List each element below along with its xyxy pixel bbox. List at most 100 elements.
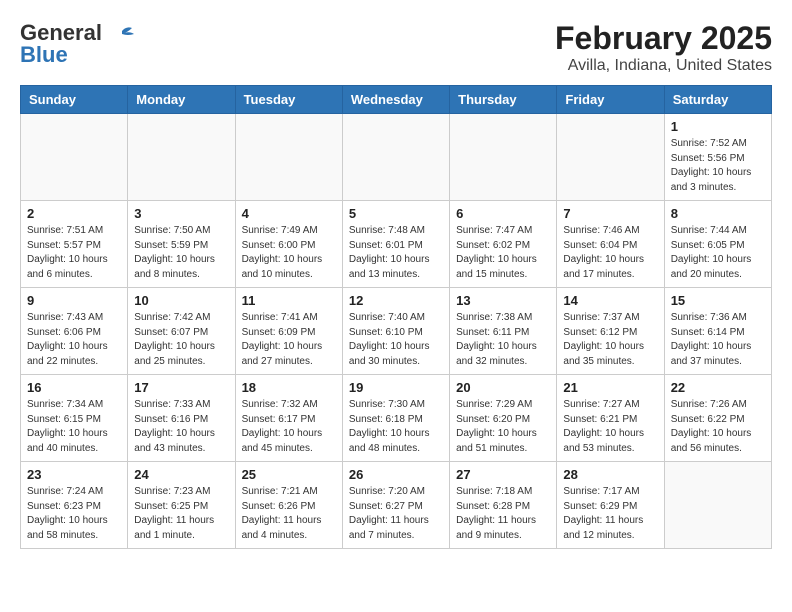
day-number: 19 <box>349 380 443 395</box>
day-info: Sunrise: 7:41 AM Sunset: 6:09 PM Dayligh… <box>242 311 336 369</box>
calendar-cell: 2Sunrise: 7:51 AM Sunset: 5:57 PM Daylig… <box>21 201 128 288</box>
day-number: 28 <box>563 467 657 482</box>
calendar-cell: 8 Sunrise: 7:44 AM Sunset: 6:05 PM Daylig… <box>664 201 771 288</box>
calendar-cell <box>342 114 449 201</box>
day-info: Sunrise: 7:40 AM Sunset: 6:10 PM Dayligh… <box>349 311 443 369</box>
header-row: SundayMondayTuesdayWednesdayThursdayFrid… <box>21 86 772 114</box>
day-number: 4 <box>242 206 336 221</box>
calendar-cell: 13Sunrise: 7:38 AM Sunset: 6:11 PM Dayli… <box>450 288 557 375</box>
day-number: 14 <box>563 293 657 308</box>
calendar-cell: 24 Sunrise: 7:23 AM Sunset: 6:25 PM Dayli… <box>128 462 235 549</box>
calendar-cell: 11 Sunrise: 7:41 AM Sunset: 6:09 PM Dayli… <box>235 288 342 375</box>
week-row-2: 9 Sunrise: 7:43 AM Sunset: 6:06 PM Daylig… <box>21 288 772 375</box>
day-number: 25 <box>242 467 336 482</box>
header-sunday: Sunday <box>21 86 128 114</box>
day-number: 8 <box>671 206 765 221</box>
calendar-cell: 6Sunrise: 7:47 AM Sunset: 6:02 PM Daylig… <box>450 201 557 288</box>
day-number: 20 <box>456 380 550 395</box>
logo-blue: Blue <box>20 42 68 68</box>
day-info: Sunrise: 7:43 AM Sunset: 6:06 PM Dayligh… <box>27 311 121 369</box>
day-info: Sunrise: 7:44 AM Sunset: 6:05 PM Dayligh… <box>671 224 765 282</box>
day-info: Sunrise: 7:18 AM Sunset: 6:28 PM Dayligh… <box>456 485 550 543</box>
header-friday: Friday <box>557 86 664 114</box>
header-saturday: Saturday <box>664 86 771 114</box>
logo: General Blue <box>20 20 136 68</box>
calendar-subtitle: Avilla, Indiana, United States <box>555 57 772 75</box>
day-info: Sunrise: 7:50 AM Sunset: 5:59 PM Dayligh… <box>134 224 228 282</box>
day-info: Sunrise: 7:36 AM Sunset: 6:14 PM Dayligh… <box>671 311 765 369</box>
day-info: Sunrise: 7:42 AM Sunset: 6:07 PM Dayligh… <box>134 311 228 369</box>
calendar-cell: 5 Sunrise: 7:48 AM Sunset: 6:01 PM Daylig… <box>342 201 449 288</box>
week-row-4: 23 Sunrise: 7:24 AM Sunset: 6:23 PM Dayli… <box>21 462 772 549</box>
day-info: Sunrise: 7:24 AM Sunset: 6:23 PM Dayligh… <box>27 485 121 543</box>
calendar-cell <box>557 114 664 201</box>
day-number: 12 <box>349 293 443 308</box>
day-info: Sunrise: 7:34 AM Sunset: 6:15 PM Dayligh… <box>27 398 121 456</box>
day-info: Sunrise: 7:32 AM Sunset: 6:17 PM Dayligh… <box>242 398 336 456</box>
calendar-cell: 27 Sunrise: 7:18 AM Sunset: 6:28 PM Dayli… <box>450 462 557 549</box>
calendar-cell: 3Sunrise: 7:50 AM Sunset: 5:59 PM Daylig… <box>128 201 235 288</box>
day-number: 22 <box>671 380 765 395</box>
calendar-cell: 15 Sunrise: 7:36 AM Sunset: 6:14 PM Dayli… <box>664 288 771 375</box>
day-info: Sunrise: 7:52 AM Sunset: 5:56 PM Dayligh… <box>671 137 765 195</box>
calendar-cell: 4 Sunrise: 7:49 AM Sunset: 6:00 PM Daylig… <box>235 201 342 288</box>
calendar-title: February 2025 <box>555 20 772 57</box>
day-number: 16 <box>27 380 121 395</box>
calendar-cell: 16 Sunrise: 7:34 AM Sunset: 6:15 PM Dayli… <box>21 375 128 462</box>
header-wednesday: Wednesday <box>342 86 449 114</box>
calendar-cell: 9 Sunrise: 7:43 AM Sunset: 6:06 PM Daylig… <box>21 288 128 375</box>
day-number: 26 <box>349 467 443 482</box>
day-info: Sunrise: 7:38 AM Sunset: 6:11 PM Dayligh… <box>456 311 550 369</box>
day-info: Sunrise: 7:37 AM Sunset: 6:12 PM Dayligh… <box>563 311 657 369</box>
calendar-cell: 14 Sunrise: 7:37 AM Sunset: 6:12 PM Dayli… <box>557 288 664 375</box>
day-number: 11 <box>242 293 336 308</box>
day-number: 17 <box>134 380 228 395</box>
calendar-cell <box>450 114 557 201</box>
day-info: Sunrise: 7:48 AM Sunset: 6:01 PM Dayligh… <box>349 224 443 282</box>
calendar-cell <box>21 114 128 201</box>
day-info: Sunrise: 7:20 AM Sunset: 6:27 PM Dayligh… <box>349 485 443 543</box>
calendar-cell: 1Sunrise: 7:52 AM Sunset: 5:56 PM Daylig… <box>664 114 771 201</box>
day-number: 27 <box>456 467 550 482</box>
week-row-0: 1Sunrise: 7:52 AM Sunset: 5:56 PM Daylig… <box>21 114 772 201</box>
logo-bird-icon <box>108 26 136 46</box>
calendar-cell <box>128 114 235 201</box>
calendar-cell: 18 Sunrise: 7:32 AM Sunset: 6:17 PM Dayli… <box>235 375 342 462</box>
day-number: 5 <box>349 206 443 221</box>
week-row-3: 16 Sunrise: 7:34 AM Sunset: 6:15 PM Dayli… <box>21 375 772 462</box>
day-info: Sunrise: 7:47 AM Sunset: 6:02 PM Dayligh… <box>456 224 550 282</box>
day-info: Sunrise: 7:51 AM Sunset: 5:57 PM Dayligh… <box>27 224 121 282</box>
page-header: General Blue February 2025 Avilla, India… <box>20 20 772 75</box>
calendar-cell: 17Sunrise: 7:33 AM Sunset: 6:16 PM Dayli… <box>128 375 235 462</box>
day-number: 7 <box>563 206 657 221</box>
day-info: Sunrise: 7:23 AM Sunset: 6:25 PM Dayligh… <box>134 485 228 543</box>
calendar-cell: 21Sunrise: 7:27 AM Sunset: 6:21 PM Dayli… <box>557 375 664 462</box>
calendar-cell: 12 Sunrise: 7:40 AM Sunset: 6:10 PM Dayli… <box>342 288 449 375</box>
day-info: Sunrise: 7:49 AM Sunset: 6:00 PM Dayligh… <box>242 224 336 282</box>
day-info: Sunrise: 7:26 AM Sunset: 6:22 PM Dayligh… <box>671 398 765 456</box>
day-number: 9 <box>27 293 121 308</box>
calendar-cell: 22 Sunrise: 7:26 AM Sunset: 6:22 PM Dayli… <box>664 375 771 462</box>
header-monday: Monday <box>128 86 235 114</box>
calendar-cell: 19 Sunrise: 7:30 AM Sunset: 6:18 PM Dayli… <box>342 375 449 462</box>
calendar-cell: 26 Sunrise: 7:20 AM Sunset: 6:27 PM Dayli… <box>342 462 449 549</box>
day-info: Sunrise: 7:21 AM Sunset: 6:26 PM Dayligh… <box>242 485 336 543</box>
calendar-cell: 25 Sunrise: 7:21 AM Sunset: 6:26 PM Dayli… <box>235 462 342 549</box>
calendar-cell: 10 Sunrise: 7:42 AM Sunset: 6:07 PM Dayli… <box>128 288 235 375</box>
day-number: 18 <box>242 380 336 395</box>
calendar-cell <box>235 114 342 201</box>
calendar-cell <box>664 462 771 549</box>
header-tuesday: Tuesday <box>235 86 342 114</box>
day-number: 15 <box>671 293 765 308</box>
week-row-1: 2Sunrise: 7:51 AM Sunset: 5:57 PM Daylig… <box>21 201 772 288</box>
day-info: Sunrise: 7:30 AM Sunset: 6:18 PM Dayligh… <box>349 398 443 456</box>
day-info: Sunrise: 7:46 AM Sunset: 6:04 PM Dayligh… <box>563 224 657 282</box>
calendar-cell: 20Sunrise: 7:29 AM Sunset: 6:20 PM Dayli… <box>450 375 557 462</box>
calendar-cell: 23 Sunrise: 7:24 AM Sunset: 6:23 PM Dayli… <box>21 462 128 549</box>
day-number: 10 <box>134 293 228 308</box>
calendar-table: SundayMondayTuesdayWednesdayThursdayFrid… <box>20 85 772 549</box>
header-thursday: Thursday <box>450 86 557 114</box>
day-number: 24 <box>134 467 228 482</box>
day-number: 23 <box>27 467 121 482</box>
day-info: Sunrise: 7:27 AM Sunset: 6:21 PM Dayligh… <box>563 398 657 456</box>
